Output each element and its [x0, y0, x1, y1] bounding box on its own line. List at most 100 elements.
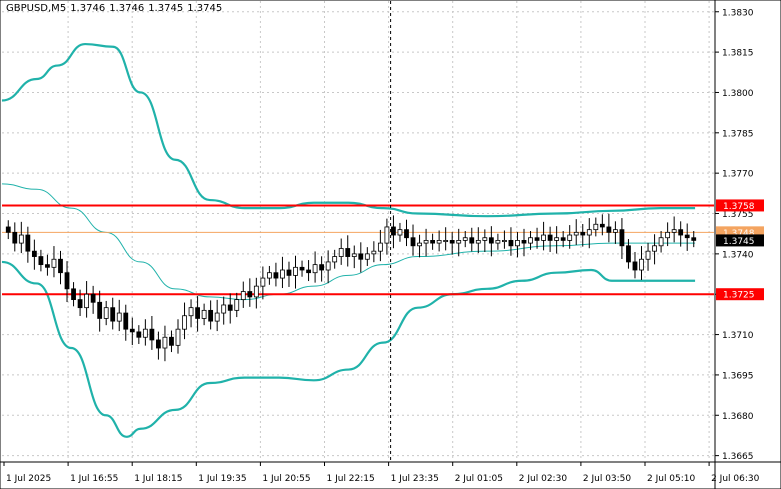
y-tick-label: 1.3830 — [722, 8, 754, 18]
candle-body — [469, 237, 475, 244]
candle-body — [110, 307, 116, 322]
candle-body — [97, 301, 103, 319]
candle-body — [345, 248, 351, 257]
y-tick-label: 1.3800 — [722, 89, 754, 99]
x-tick-label: 2 Jul 01:05 — [455, 474, 503, 484]
y-tick-label: 1.3815 — [722, 49, 754, 59]
high-value: 1.3746 — [109, 3, 145, 14]
y-tick-label: 1.3695 — [722, 371, 754, 381]
candle-body — [691, 237, 697, 241]
y-tick-label: 1.3740 — [722, 250, 754, 260]
candle-body — [417, 242, 422, 247]
candle-body — [430, 240, 436, 244]
candle-body — [240, 291, 246, 300]
candle-body — [306, 269, 311, 274]
candle-body — [77, 299, 83, 309]
close-value: 1.3745 — [187, 3, 223, 14]
candle-body — [156, 339, 161, 349]
candle-body — [658, 237, 664, 247]
candle-body — [214, 312, 220, 322]
candle-body — [515, 240, 520, 247]
candle-body — [652, 245, 657, 252]
candle-body — [632, 261, 638, 271]
candle-body — [502, 240, 507, 243]
candle-body — [5, 226, 11, 233]
candle-body — [84, 293, 90, 309]
candle-body — [443, 240, 449, 243]
candle-body — [25, 234, 31, 252]
level-tag-label: 1.3758 — [723, 202, 755, 212]
candle-body — [299, 266, 305, 271]
candle-body — [38, 256, 44, 266]
candle-body — [593, 223, 599, 231]
candle-body — [534, 237, 540, 241]
symbol-info: GBPUSD,M5 1.3746 1.3746 1.3745 1.3745 — [6, 3, 226, 14]
candle-body — [312, 264, 318, 274]
candle-body — [423, 240, 429, 244]
candle-body — [201, 309, 207, 319]
candle-body — [645, 250, 651, 260]
candle-body — [247, 291, 253, 298]
candle-body — [547, 234, 553, 241]
candle-body — [567, 234, 573, 241]
y-tick-label: 1.3785 — [722, 129, 754, 139]
candle-body — [384, 226, 390, 244]
candle-body — [436, 240, 442, 244]
candle-body — [227, 304, 233, 311]
candle-body — [260, 277, 266, 287]
y-tick-label: 1.3665 — [722, 452, 754, 462]
candle-body — [475, 240, 481, 244]
candle-body — [175, 328, 181, 346]
candle-body — [371, 250, 377, 255]
y-tick-label: 1.3710 — [722, 331, 754, 341]
x-tick-label: 2 Jul 02:30 — [519, 474, 568, 484]
candle-body — [325, 261, 331, 271]
candle-body — [391, 226, 396, 236]
candle-body — [456, 240, 462, 244]
candle-body — [560, 237, 566, 241]
candle-body — [64, 272, 70, 290]
y-tick-label: 1.3770 — [722, 170, 754, 180]
candle-body — [554, 237, 560, 241]
candle-body — [338, 248, 344, 257]
candle-body — [364, 253, 370, 260]
candle-body — [332, 256, 338, 263]
candle-body — [521, 240, 527, 244]
candle-body — [671, 229, 677, 233]
x-tick-label: 1 Jul 23:35 — [391, 474, 439, 484]
candle-body — [273, 272, 279, 279]
x-tick-label: 2 Jul 03:50 — [583, 474, 632, 484]
open-value: 1.3746 — [70, 3, 106, 14]
candle-body — [149, 328, 155, 341]
candle-body — [606, 226, 612, 233]
candle-body — [188, 307, 194, 317]
candle-body — [462, 237, 468, 241]
candle-body — [169, 336, 174, 346]
candle-body — [123, 312, 129, 330]
candle-body — [45, 264, 50, 268]
candle-body — [684, 234, 690, 239]
candle-body — [208, 309, 214, 322]
candle-body — [488, 237, 494, 244]
candle-body — [639, 258, 644, 271]
x-tick-label: 1 Jul 2025 — [6, 474, 51, 484]
candle-body — [541, 234, 546, 241]
candle-body — [678, 229, 684, 236]
candle-body — [71, 288, 76, 300]
candle-body — [358, 253, 364, 260]
chart-area[interactable]: 1.38301.38151.38001.37851.37701.37551.37… — [0, 0, 781, 489]
candle-body — [136, 331, 142, 338]
candle-body — [410, 237, 416, 247]
candle-body — [116, 312, 122, 322]
candle-body — [142, 328, 148, 338]
candle-body — [377, 242, 383, 252]
x-tick-label: 1 Jul 22:15 — [327, 474, 375, 484]
candle-body — [58, 258, 63, 274]
candle-body — [665, 231, 671, 239]
candle-body — [12, 231, 18, 244]
candle-body — [528, 237, 533, 244]
candle-body — [280, 269, 285, 279]
candle-body — [626, 245, 631, 263]
y-tick-label: 1.3680 — [722, 412, 754, 422]
candle-body — [103, 307, 109, 319]
